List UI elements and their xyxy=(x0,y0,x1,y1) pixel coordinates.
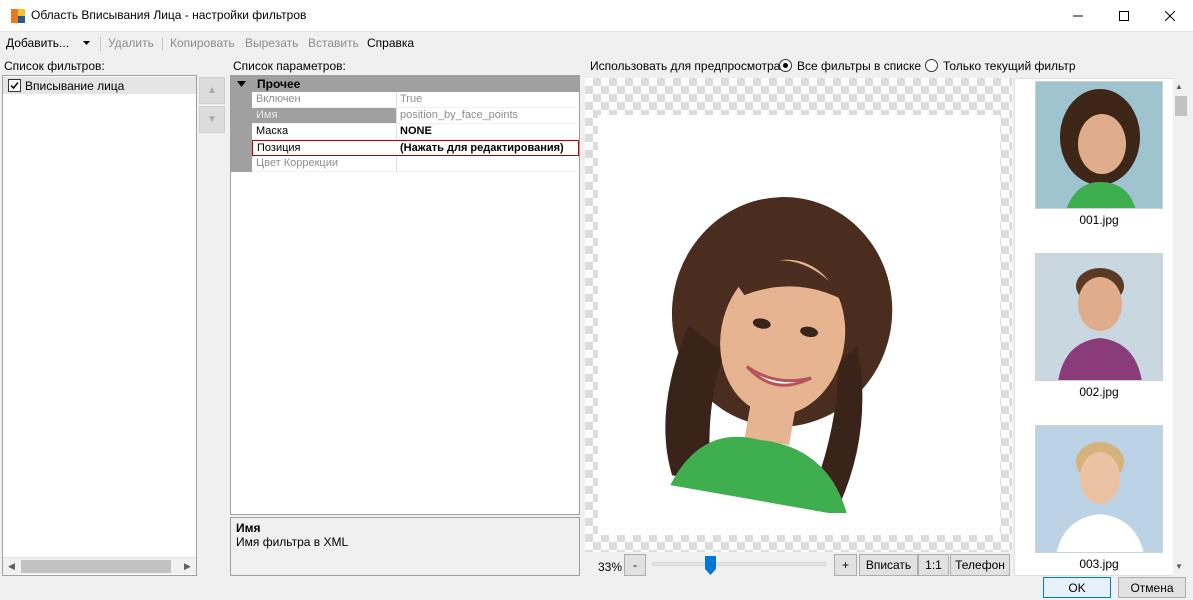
cancel-button[interactable]: Отмена xyxy=(1118,577,1186,598)
minimize-icon xyxy=(1073,15,1083,16)
row-gutter xyxy=(231,92,252,108)
menu-cut[interactable]: Вырезать xyxy=(245,36,298,50)
param-row-mask[interactable]: Маска NONE xyxy=(231,124,579,140)
menu-separator xyxy=(162,37,163,51)
maximize-button[interactable] xyxy=(1101,0,1147,31)
radio-current-filter-label[interactable]: Только текущий фильтр xyxy=(943,59,1076,73)
menu-paste[interactable]: Вставить xyxy=(308,36,359,50)
param-row-enabled[interactable]: Включен True xyxy=(231,92,579,108)
row-gutter xyxy=(231,156,252,172)
collapse-icon[interactable] xyxy=(237,80,246,88)
radio-all-filters-label[interactable]: Все фильтры в списке xyxy=(797,59,921,73)
ok-button[interactable]: OK xyxy=(1043,577,1111,598)
filter-list-label: Список фильтров: xyxy=(4,59,105,73)
thumbnail-portrait-3 xyxy=(1036,426,1162,552)
param-list-label: Список параметров: xyxy=(233,59,346,73)
maximize-icon xyxy=(1119,10,1129,21)
radio-all-filters[interactable] xyxy=(779,59,792,72)
menu-copy[interactable]: Копировать xyxy=(170,36,235,50)
menu-separator xyxy=(100,37,101,51)
param-name: Включен xyxy=(252,92,397,108)
param-name: Цвет Коррекции xyxy=(252,156,397,172)
close-button[interactable] xyxy=(1147,0,1193,31)
zoom-out-button[interactable]: - xyxy=(624,554,646,576)
preview-portrait xyxy=(630,193,940,513)
thumbnail-portrait-2 xyxy=(1036,254,1162,380)
thumbnail-portrait-1 xyxy=(1036,82,1162,208)
scroll-thumb[interactable] xyxy=(1175,96,1187,116)
title-bar: Область Вписывания Лица - настройки филь… xyxy=(0,0,1193,32)
param-name: Позиция xyxy=(252,140,397,156)
thumbnail-vscrollbar[interactable]: ▲ ▼ xyxy=(1173,78,1189,576)
param-value[interactable]: True xyxy=(397,92,579,108)
phone-button[interactable]: Телефон xyxy=(950,554,1010,576)
param-value[interactable] xyxy=(397,156,579,172)
thumbnail-label: 001.jpg xyxy=(1079,213,1119,227)
thumbnail-list[interactable]: 001.jpg 002.jpg 003.jpg xyxy=(1014,78,1189,576)
row-gutter xyxy=(231,140,252,156)
menu-add[interactable]: Добавить... xyxy=(6,36,69,50)
menu-help[interactable]: Справка xyxy=(367,36,414,50)
preview-canvas[interactable] xyxy=(585,78,1012,552)
close-icon xyxy=(1165,10,1175,21)
category-row[interactable]: Прочее xyxy=(231,76,579,92)
thumbnail-label: 003.jpg xyxy=(1079,557,1119,571)
scroll-thumb[interactable] xyxy=(21,560,171,573)
checkmark-icon xyxy=(10,82,19,90)
app-icon xyxy=(11,9,25,23)
move-down-button[interactable]: ▼ xyxy=(199,106,225,133)
param-row-name[interactable]: Имя position_by_face_points xyxy=(231,108,579,124)
description-text: Имя фильтра в XML xyxy=(236,535,349,549)
menu-delete[interactable]: Удалить xyxy=(108,36,154,50)
row-gutter xyxy=(231,108,252,124)
radio-current-filter[interactable] xyxy=(925,59,938,72)
filter-list-hscrollbar[interactable]: ◀ ▶ xyxy=(3,557,196,574)
filter-checkbox[interactable] xyxy=(8,79,21,92)
list-item[interactable]: Вписывание лица xyxy=(3,77,196,94)
zoom-slider-thumb[interactable] xyxy=(705,556,716,575)
fit-button[interactable]: Вписать xyxy=(859,554,918,576)
param-name: Имя xyxy=(252,108,397,124)
scroll-up-icon[interactable]: ▲ xyxy=(1175,82,1183,91)
param-row-position[interactable]: Позиция (Нажать для редактирования) xyxy=(231,140,579,156)
filter-list[interactable]: Вписывание лица ◀ ▶ xyxy=(2,75,197,576)
dropdown-arrow-icon[interactable] xyxy=(83,41,90,46)
row-gutter xyxy=(231,124,252,140)
category-label: Прочее xyxy=(257,77,301,91)
thumbnail-image[interactable] xyxy=(1035,425,1163,553)
scroll-down-icon[interactable]: ▼ xyxy=(1175,562,1183,571)
arrow-down-icon: ▼ xyxy=(207,114,217,125)
zoom-in-button[interactable]: + xyxy=(834,554,857,576)
filter-item-label: Вписывание лица xyxy=(25,79,125,93)
arrow-up-icon: ▲ xyxy=(207,85,217,96)
description-panel: Имя Имя фильтра в XML xyxy=(230,517,580,576)
one-to-one-button[interactable]: 1:1 xyxy=(918,554,949,576)
window-title: Область Вписывания Лица - настройки филь… xyxy=(31,8,307,22)
property-grid[interactable]: Прочее Включен True Имя position_by_face… xyxy=(230,75,580,515)
param-value[interactable]: (Нажать для редактирования) xyxy=(397,140,579,156)
zoom-value: 33% xyxy=(598,560,623,574)
preview-use-label: Использовать для предпросмотра: xyxy=(590,59,784,73)
scroll-left-icon[interactable]: ◀ xyxy=(3,558,20,575)
param-value[interactable]: NONE xyxy=(397,124,579,140)
menu-bar: Добавить... Удалить Копировать Вырезать … xyxy=(0,32,1193,54)
description-title: Имя xyxy=(236,521,261,535)
move-up-button[interactable]: ▲ xyxy=(199,77,225,104)
scroll-right-icon[interactable]: ▶ xyxy=(179,558,196,575)
thumbnail-label: 002.jpg xyxy=(1079,385,1119,399)
minimize-button[interactable] xyxy=(1055,0,1101,31)
param-row-color-correction[interactable]: Цвет Коррекции xyxy=(231,156,579,172)
zoom-slider-track[interactable] xyxy=(652,562,826,566)
param-name: Маска xyxy=(252,124,397,140)
thumbnail-image[interactable] xyxy=(1035,253,1163,381)
param-value[interactable]: position_by_face_points xyxy=(397,108,579,124)
thumbnail-image[interactable] xyxy=(1035,81,1163,209)
